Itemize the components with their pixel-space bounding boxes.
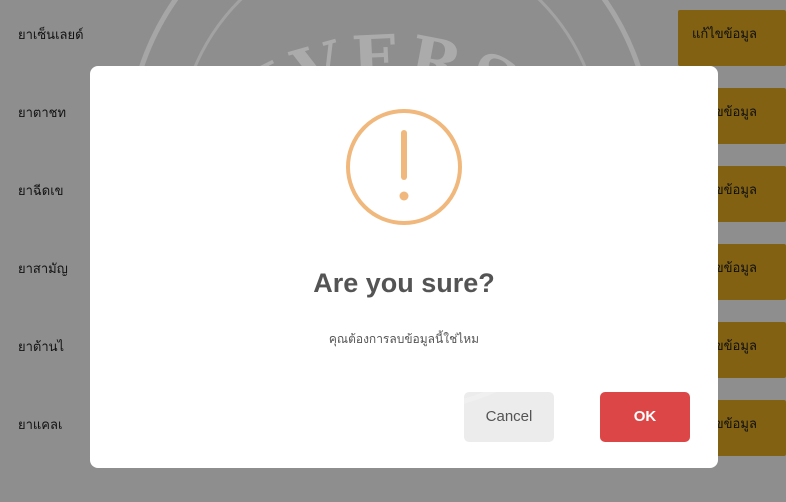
ok-button[interactable]: OK [600, 392, 690, 442]
confirm-dialog: Are you sure? คุณต้องการลบข้อมูลนี้ใช่ไห… [90, 66, 718, 468]
dialog-title: Are you sure? [313, 268, 495, 298]
warning-icon [346, 109, 462, 225]
cancel-button[interactable]: Cancel [464, 392, 554, 442]
dialog-message: คุณต้องการลบข้อมูลนี้ใช่ไหม [328, 332, 480, 346]
